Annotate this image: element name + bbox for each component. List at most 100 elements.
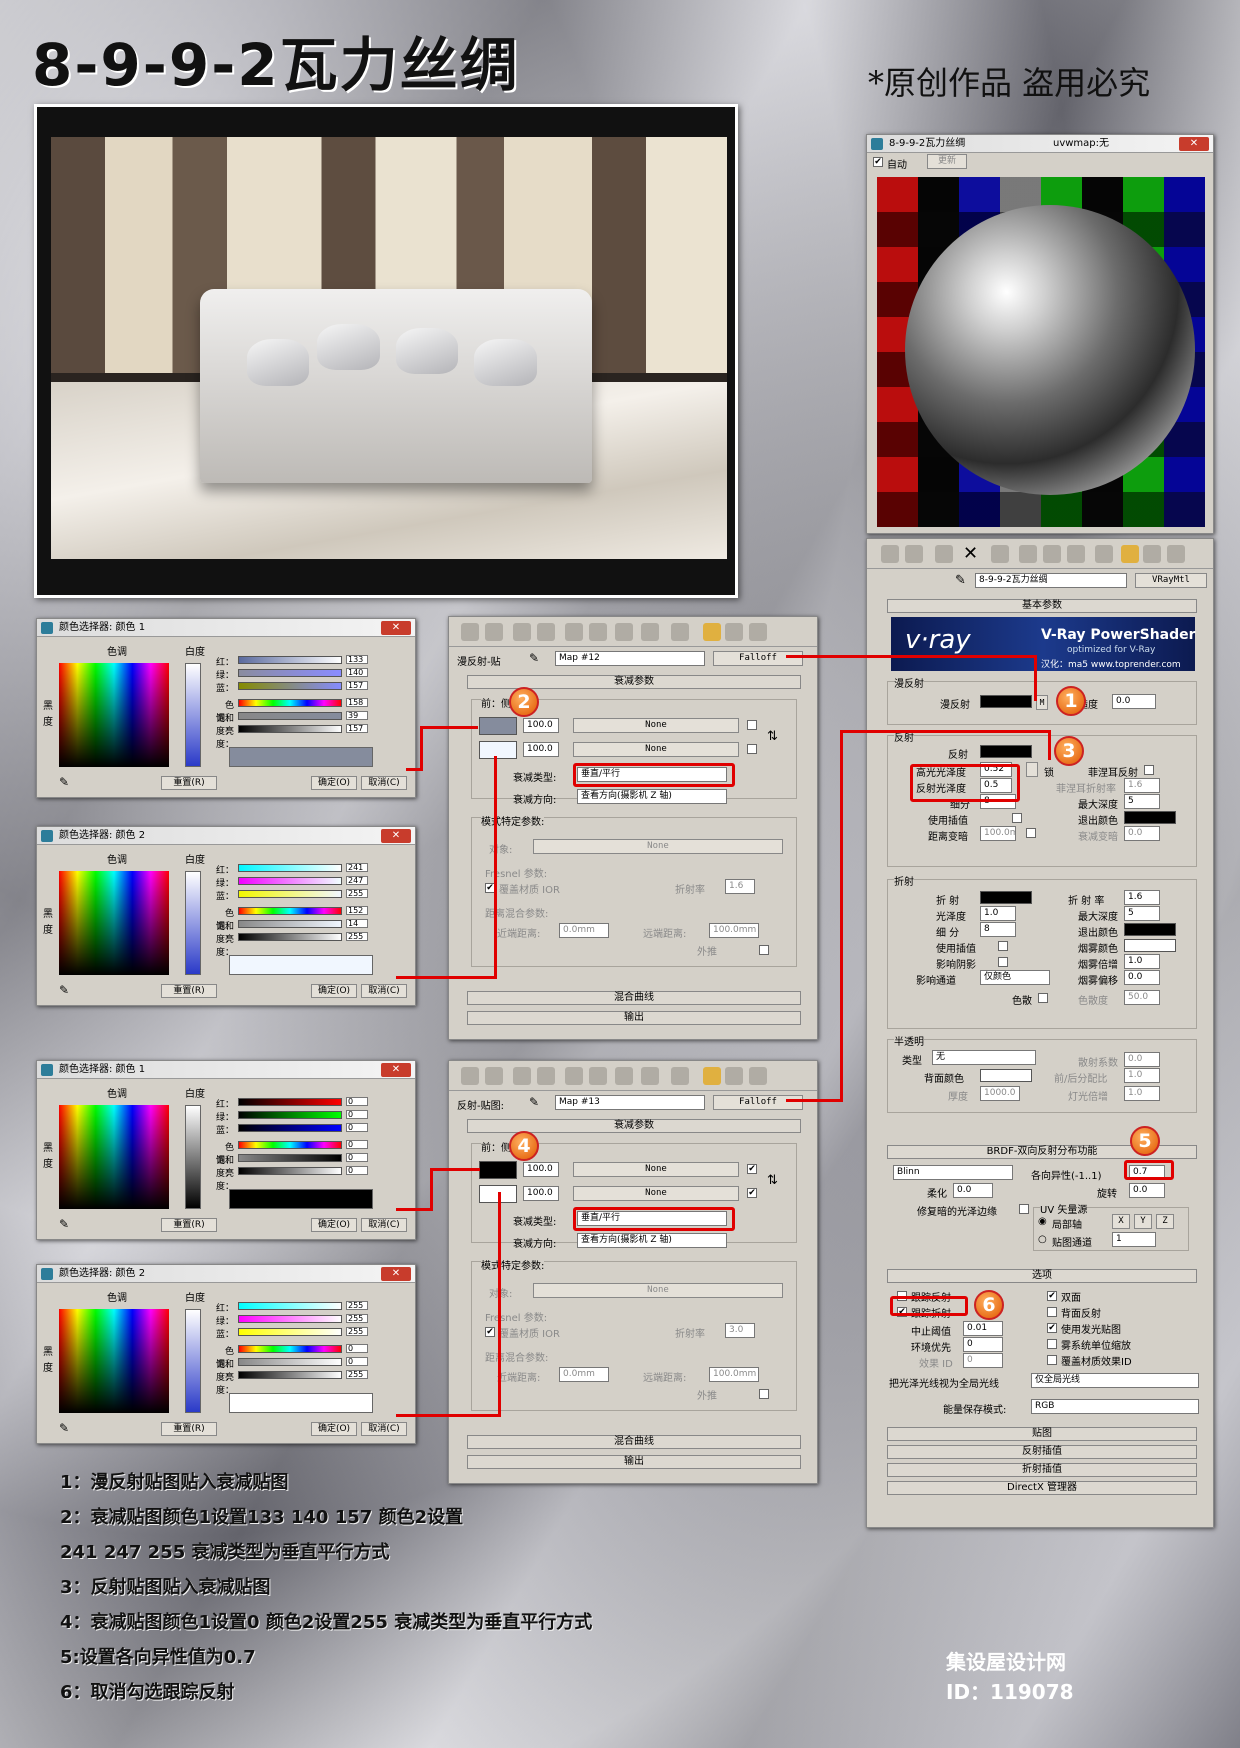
whiteness-slider[interactable] xyxy=(185,871,201,975)
diffuse-color-swatch[interactable] xyxy=(980,695,1032,708)
falloff-direction-select[interactable]: 查看方向(摄影机 Z 轴) xyxy=(577,789,727,804)
toolbar-icon[interactable] xyxy=(703,1067,721,1085)
channel-slider[interactable] xyxy=(238,1345,342,1353)
whiteness-slider[interactable] xyxy=(185,1309,201,1413)
channel-value-input[interactable]: 255 xyxy=(346,889,368,898)
channel-value-input[interactable]: 0 xyxy=(346,1110,368,1119)
whiteness-slider[interactable] xyxy=(185,663,201,767)
rotation-input[interactable]: 0.0 xyxy=(1129,1183,1165,1198)
channel-slider[interactable] xyxy=(238,933,342,941)
close-icon[interactable]: ✕ xyxy=(381,1063,411,1077)
toolbar-icon[interactable] xyxy=(565,623,583,641)
toolbar-icon[interactable] xyxy=(461,623,479,641)
dim-distance-checkbox[interactable] xyxy=(1026,828,1036,838)
delete-icon[interactable]: ✕ xyxy=(963,545,981,563)
hue-saturation-field[interactable] xyxy=(59,663,169,767)
refract-color-swatch[interactable] xyxy=(980,891,1032,904)
channel-slider[interactable] xyxy=(238,1154,342,1162)
channel-slider[interactable] xyxy=(238,656,342,664)
falloff-params-rollout[interactable]: 衰减参数 xyxy=(467,1119,801,1133)
mix-curve-rollout[interactable]: 混合曲线 xyxy=(467,1435,801,1449)
toolbar-icon[interactable] xyxy=(485,1067,503,1085)
energy-mode-select[interactable]: RGB xyxy=(1031,1399,1199,1414)
basic-params-rollout[interactable]: 基本参数 xyxy=(887,599,1197,613)
fog-multiplier-input[interactable]: 1.0 xyxy=(1124,954,1160,969)
channel-value-input[interactable]: 140 xyxy=(346,668,368,677)
cutoff-input[interactable]: 0.01 xyxy=(963,1321,1003,1336)
falloff-amount-input[interactable]: 100.0 xyxy=(523,742,559,757)
close-icon[interactable]: ✕ xyxy=(381,621,411,635)
falloff-amount-input[interactable]: 100.0 xyxy=(523,718,559,733)
unique-icon[interactable] xyxy=(1019,545,1037,563)
treat-glossy-select[interactable]: 仅全局光线 xyxy=(1031,1373,1199,1388)
dim-falloff-input[interactable]: 0.0 xyxy=(1124,826,1160,841)
channel-slider[interactable] xyxy=(238,699,342,707)
cancel-button[interactable]: 取消(C) xyxy=(361,1218,407,1232)
fresnel-reflection-checkbox[interactable] xyxy=(1144,765,1154,775)
channel-value-input[interactable]: 157 xyxy=(346,681,368,690)
channel-slider[interactable] xyxy=(238,1358,342,1366)
fog-color-swatch[interactable] xyxy=(1124,939,1176,952)
falloff-map-slot-button[interactable]: None xyxy=(573,1186,739,1201)
mix-curve-rollout[interactable]: 混合曲线 xyxy=(467,991,801,1005)
reset-button[interactable]: 重置(R) xyxy=(161,1218,217,1232)
channel-slider[interactable] xyxy=(238,682,342,690)
falloff-map-enable-checkbox[interactable]: ✔ xyxy=(747,1188,757,1198)
go-parent-icon[interactable] xyxy=(1143,545,1161,563)
swap-colors-icon[interactable]: ⇅ xyxy=(767,729,778,744)
override-effect-id-checkbox[interactable] xyxy=(1047,1355,1057,1365)
assign-icon[interactable] xyxy=(935,545,953,563)
options-rollout[interactable]: 选项 xyxy=(887,1269,1197,1283)
close-icon[interactable]: ✕ xyxy=(381,1267,411,1281)
refl-max-depth-input[interactable]: 5 xyxy=(1124,794,1160,809)
go-sibling-icon[interactable] xyxy=(1167,545,1185,563)
put-to-scene-icon[interactable] xyxy=(905,545,923,563)
eyedropper-icon[interactable]: ✎ xyxy=(955,573,966,588)
toolbar-icon[interactable] xyxy=(513,623,531,641)
map-channel-input[interactable]: 1 xyxy=(1112,1232,1156,1247)
axis-y-button[interactable]: Y xyxy=(1134,1214,1152,1229)
extrapolate-checkbox[interactable] xyxy=(759,945,769,955)
cancel-button[interactable]: 取消(C) xyxy=(361,776,407,790)
back-color-swatch[interactable] xyxy=(980,1069,1032,1082)
ok-button[interactable]: 确定(O) xyxy=(311,1218,357,1232)
near-distance-input[interactable]: 0.0mm xyxy=(559,923,609,938)
roughness-input[interactable]: 0.0 xyxy=(1112,694,1156,709)
channel-slider[interactable] xyxy=(238,1371,342,1379)
map-channel-radio[interactable]: ○ xyxy=(1038,1234,1047,1245)
translucency-type-select[interactable]: 无 xyxy=(932,1050,1036,1065)
eyedropper-icon[interactable]: ✎ xyxy=(59,1421,69,1435)
toolbar-icon[interactable] xyxy=(671,623,689,641)
channel-slider[interactable] xyxy=(238,920,342,928)
channel-value-input[interactable]: 133 xyxy=(346,655,368,664)
material-type-button[interactable]: VRayMtl xyxy=(1135,573,1207,588)
channel-value-input[interactable]: 158 xyxy=(346,698,368,707)
soften-input[interactable]: 0.0 xyxy=(953,1183,993,1198)
far-distance-input[interactable]: 100.0mm xyxy=(709,923,759,938)
library-icon[interactable] xyxy=(1043,545,1061,563)
toolbar-icon[interactable] xyxy=(589,623,607,641)
channel-value-input[interactable]: 255 xyxy=(346,932,368,941)
channel-slider[interactable] xyxy=(238,1124,342,1132)
near-distance-input[interactable]: 0.0mm xyxy=(559,1367,609,1382)
light-multiplier-input[interactable]: 1.0 xyxy=(1124,1086,1160,1101)
channel-value-input[interactable]: 0 xyxy=(346,1140,368,1149)
falloff-map-enable-checkbox[interactable]: ✔ xyxy=(747,1164,757,1174)
scatter-coef-input[interactable]: 0.0 xyxy=(1124,1052,1160,1067)
get-material-icon[interactable] xyxy=(881,545,899,563)
falloff-color-2-swatch[interactable] xyxy=(479,741,517,759)
override-ior-checkbox[interactable]: ✔ xyxy=(485,1327,495,1337)
axis-z-button[interactable]: Z xyxy=(1156,1214,1174,1229)
map-type-button[interactable]: Falloff xyxy=(713,1095,803,1110)
show-end-result-icon[interactable] xyxy=(1121,545,1139,563)
reflect-backside-checkbox[interactable] xyxy=(1047,1307,1057,1317)
refr-use-interp-checkbox[interactable] xyxy=(998,941,1008,951)
thickness-input[interactable]: 1000.0 xyxy=(980,1086,1020,1101)
channel-slider[interactable] xyxy=(238,1141,342,1149)
copy-icon[interactable] xyxy=(991,545,1009,563)
cancel-button[interactable]: 取消(C) xyxy=(361,984,407,998)
update-button[interactable]: 更新 xyxy=(927,154,967,169)
abbe-input[interactable]: 50.0 xyxy=(1124,990,1160,1005)
eyedropper-icon[interactable]: ✎ xyxy=(59,775,69,789)
reflect-color-swatch[interactable] xyxy=(980,745,1032,758)
